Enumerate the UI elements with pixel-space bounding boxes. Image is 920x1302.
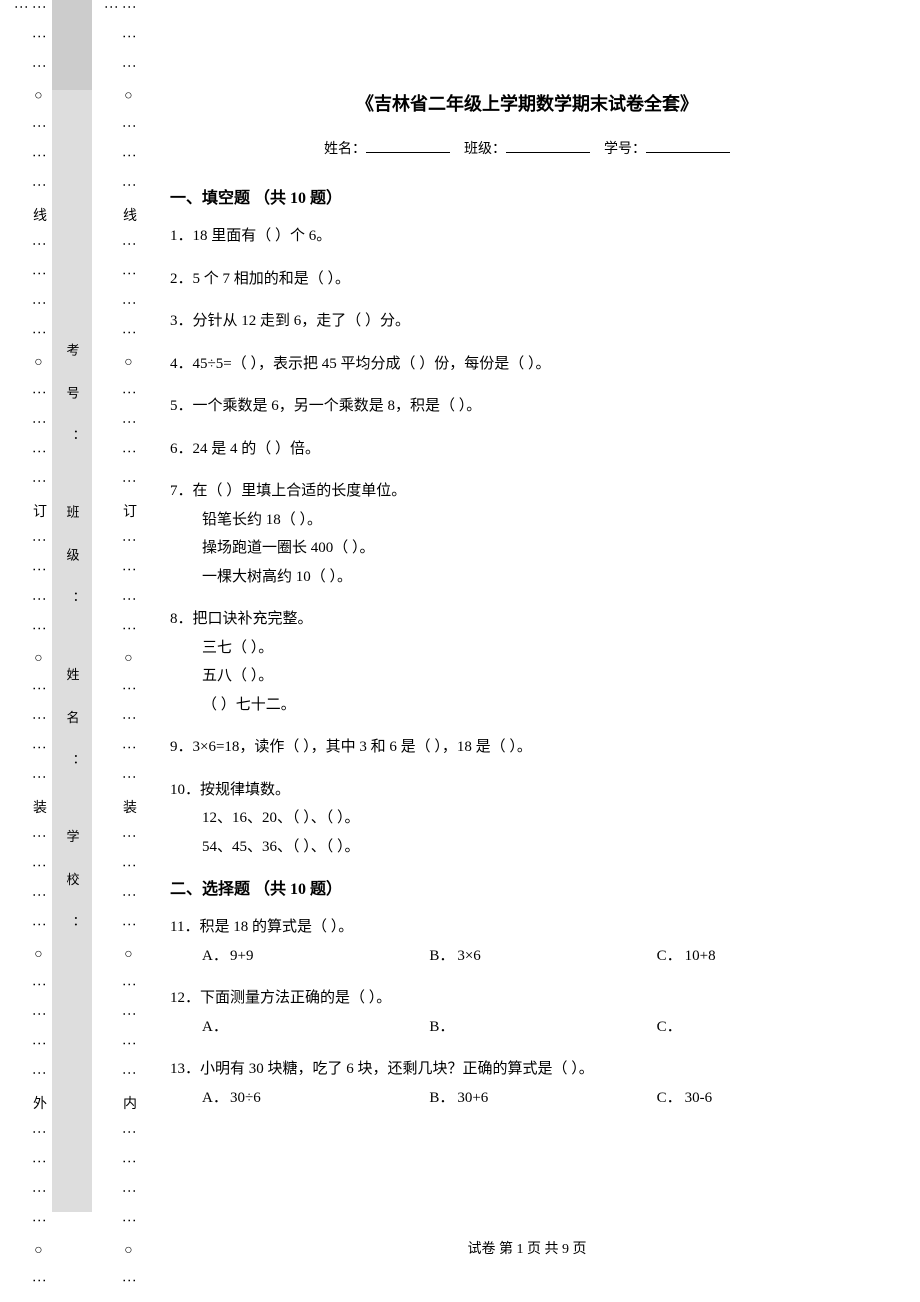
question-12-option-b: B． — [429, 1013, 656, 1042]
binding-gray-mid: 考号： 班级： 姓名： 学校： — [52, 90, 92, 1212]
name-label: 姓名： — [324, 142, 366, 157]
section-1-heading: 一、填空题 （共 10 题） — [170, 184, 884, 208]
question-12-option-c: C． — [657, 1013, 884, 1042]
question-11-option-b: B．3×6 — [429, 942, 656, 971]
question-9: 9．3×6=18，读作（ ），其中 3 和 6 是（ ），18 是（ ）。 — [170, 733, 884, 762]
question-11: 11．积是 18 的算式是（ ）。 A．9+9 B．3×6 C．10+8 — [170, 913, 884, 970]
question-12: 12．下面测量方法正确的是（ ）。 A． B． C． — [170, 984, 884, 1041]
question-10-a: 12、16、20、（ ）、（ ）。 — [202, 804, 884, 833]
question-8: 8．把口诀补充完整。 三七（ ）。 五八（ ）。 （ ）七十二。 — [170, 605, 884, 719]
exam-content: 《吉林省二年级上学期数学期末试卷全套》 姓名： 班级： 学号： 一、填空题 （共… — [170, 90, 884, 1126]
question-7-c: 一棵大树高约 10（ ）。 — [202, 563, 884, 592]
question-8-c: （ ）七十二。 — [202, 691, 884, 720]
question-13-option-b: B．30+6 — [429, 1084, 656, 1113]
binding-field-labels: 考号： 班级： 姓名： 学校： — [63, 343, 82, 959]
question-7-a: 铅笔长约 18（ ）。 — [202, 506, 884, 535]
question-13-option-a: A．30÷6 — [202, 1084, 429, 1113]
binding-outer-column: ⋮ ⋮ ⋮ ○ ⋮ ⋮ ⋮ 线 ⋮ ⋮ ⋮ ⋮ ○ ⋮ ⋮ ⋮ ⋮ 订 ⋮ ⋮ … — [18, 0, 42, 1302]
exam-title: 《吉林省二年级上学期数学期末试卷全套》 — [170, 90, 884, 116]
question-11-option-a: A．9+9 — [202, 942, 429, 971]
question-7: 7．在（ ）里填上合适的长度单位。 铅笔长约 18（ ）。 操场跑道一圈长 40… — [170, 477, 884, 591]
name-blank[interactable] — [366, 139, 450, 153]
question-13-option-c: C．30-6 — [657, 1084, 884, 1113]
page-footer: 试卷 第 1 页 共 9 页 — [170, 1238, 884, 1258]
binding-inner-column: ⋮ ⋮ ⋮ ○ ⋮ ⋮ ⋮ 线 ⋮ ⋮ ⋮ ⋮ ○ ⋮ ⋮ ⋮ ⋮ 订 ⋮ ⋮ … — [108, 0, 132, 1302]
number-label: 学号： — [604, 142, 646, 157]
question-12-stem: 12．下面测量方法正确的是（ ）。 — [170, 984, 884, 1013]
question-8-b: 五八（ ）。 — [202, 662, 884, 691]
number-blank[interactable] — [646, 139, 730, 153]
student-id-line: 姓名： 班级： 学号： — [170, 138, 884, 158]
binding-gray-bottom — [52, 0, 92, 90]
question-6: 6．24 是 4 的（ ）倍。 — [170, 435, 884, 464]
question-13: 13．小明有 30 块糖，吃了 6 块，还剩几块？正确的算式是（ ）。 A．30… — [170, 1055, 884, 1112]
question-10-stem: 10．按规律填数。 — [170, 776, 884, 805]
question-12-option-a: A． — [202, 1013, 429, 1042]
section-2-heading: 二、选择题 （共 10 题） — [170, 875, 884, 899]
question-4: 4．45÷5=（ ），表示把 45 平均分成（ ）份，每份是（ ）。 — [170, 350, 884, 379]
question-3: 3．分针从 12 走到 6，走了（ ）分。 — [170, 307, 884, 336]
question-7-stem: 7．在（ ）里填上合适的长度单位。 — [170, 477, 884, 506]
question-1: 1．18 里面有（ ）个 6。 — [170, 222, 884, 251]
question-8-a: 三七（ ）。 — [202, 634, 884, 663]
question-10-b: 54、45、36、（ ）、（ ）。 — [202, 833, 884, 862]
class-label: 班级： — [464, 142, 506, 157]
question-10: 10．按规律填数。 12、16、20、（ ）、（ ）。 54、45、36、（ ）… — [170, 776, 884, 862]
question-13-stem: 13．小明有 30 块糖，吃了 6 块，还剩几块？正确的算式是（ ）。 — [170, 1055, 884, 1084]
class-blank[interactable] — [506, 139, 590, 153]
question-5: 5．一个乘数是 6，另一个乘数是 8，积是（ ）。 — [170, 392, 884, 421]
question-2: 2．5 个 7 相加的和是（ ）。 — [170, 265, 884, 294]
question-7-b: 操场跑道一圈长 400（ ）。 — [202, 534, 884, 563]
question-11-stem: 11．积是 18 的算式是（ ）。 — [170, 913, 884, 942]
question-8-stem: 8．把口诀补充完整。 — [170, 605, 884, 634]
question-11-option-c: C．10+8 — [657, 942, 884, 971]
